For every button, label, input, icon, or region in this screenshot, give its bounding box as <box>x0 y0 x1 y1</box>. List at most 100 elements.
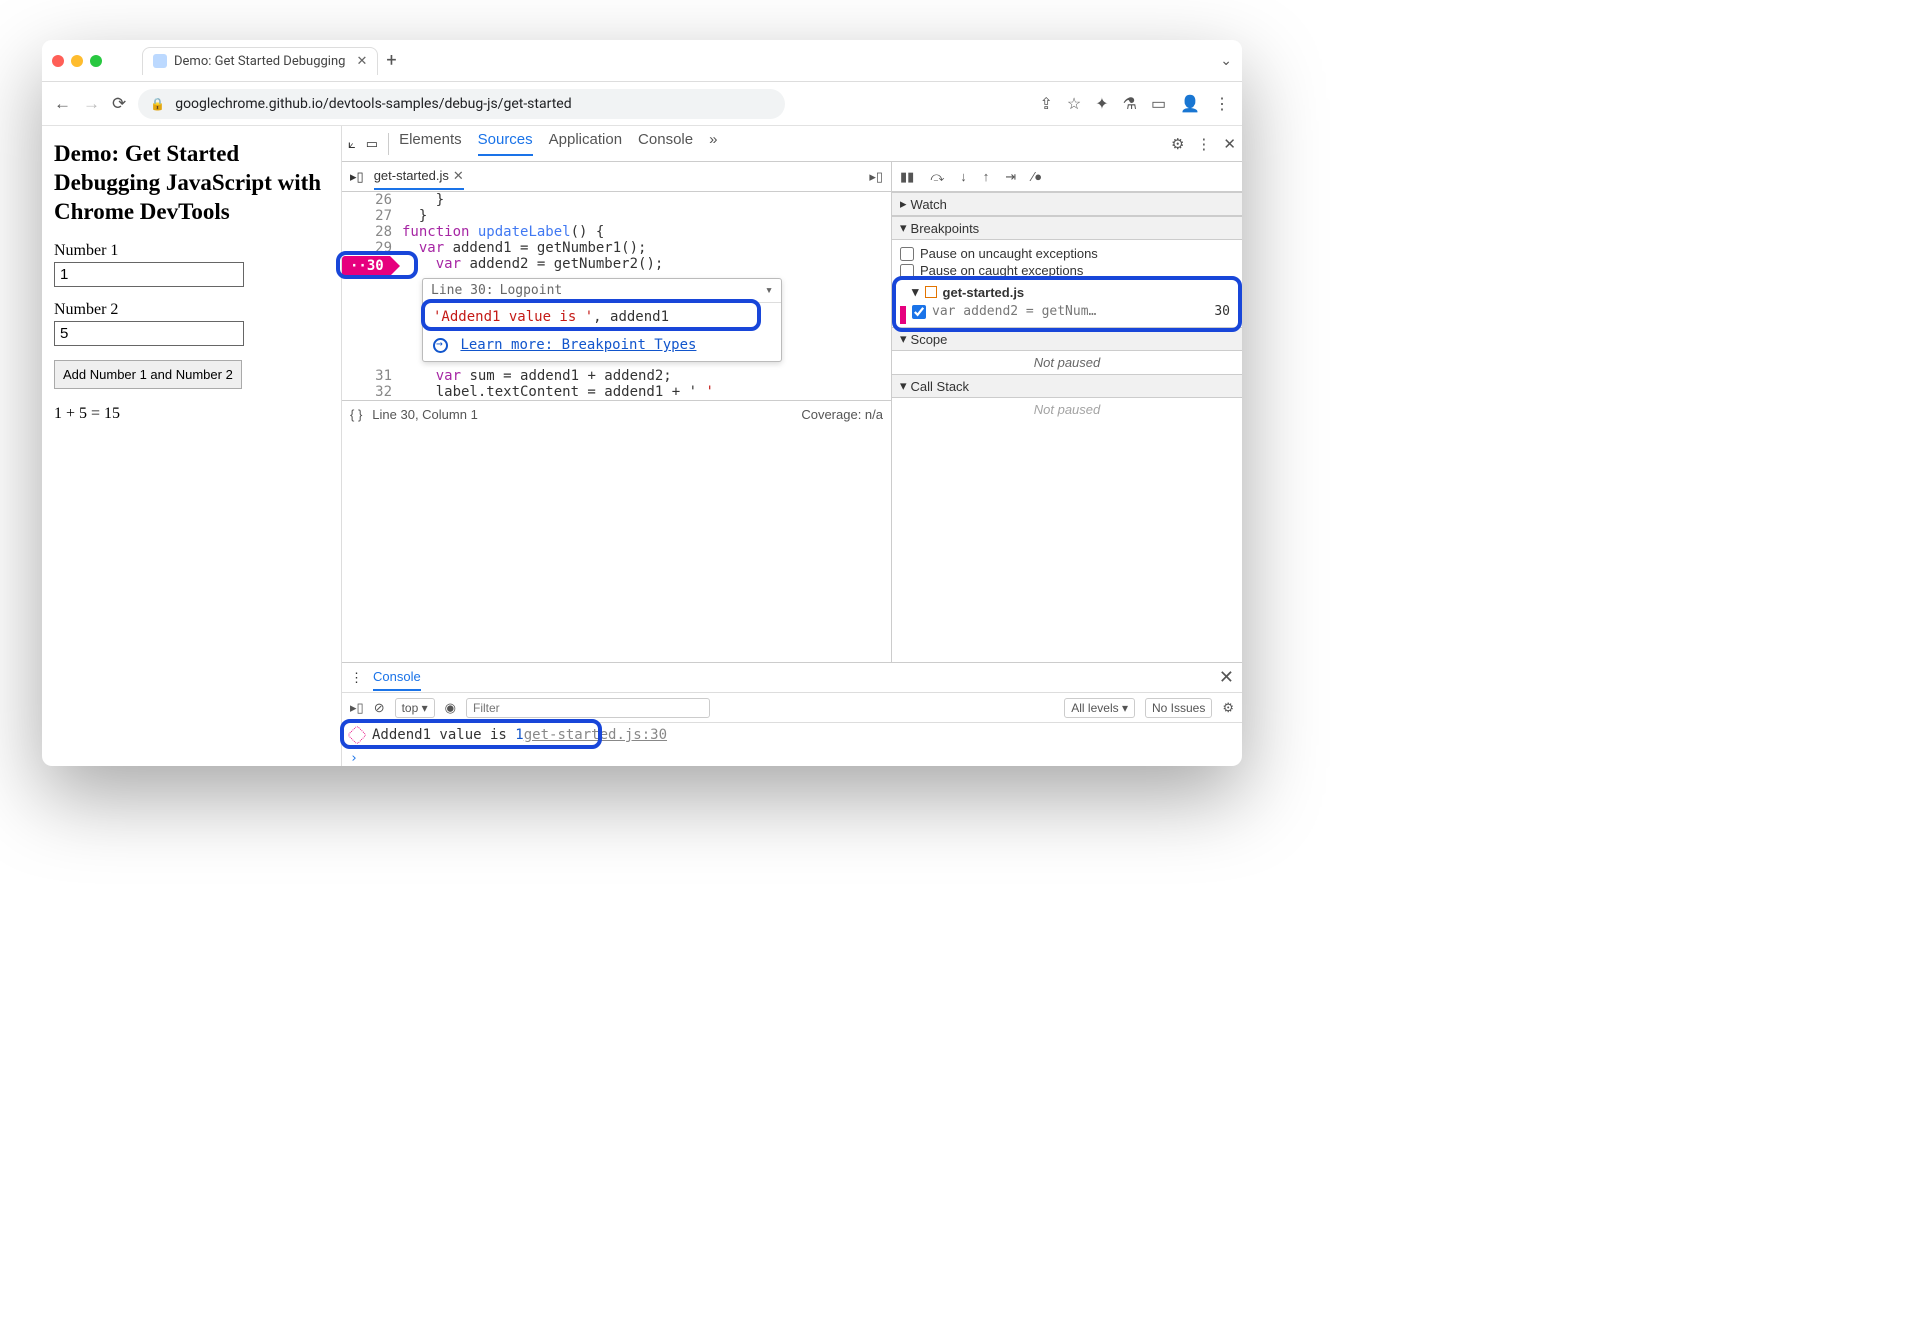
step-out-icon[interactable]: ↑ <box>983 169 990 184</box>
cursor-position: Line 30, Column 1 <box>372 407 478 422</box>
demo-page: Demo: Get Started Debugging JavaScript w… <box>42 126 342 766</box>
live-expression-icon[interactable]: ◉ <box>445 700 456 716</box>
number1-input[interactable] <box>54 262 244 287</box>
issues-button[interactable]: No Issues <box>1145 698 1212 718</box>
forward-icon[interactable]: → <box>83 94 100 114</box>
section-breakpoints[interactable]: ▾ Breakpoints <box>892 216 1242 240</box>
logpoint-editor[interactable]: Line 30: Logpoint ▾ 'Addend1 value is ',… <box>422 278 782 362</box>
logpoint-output-icon <box>347 725 367 745</box>
section-watch[interactable]: ▸ Watch <box>892 192 1242 216</box>
number1-label: Number 1 <box>54 242 329 260</box>
browser-tab[interactable]: Demo: Get Started Debugging ✕ <box>142 47 378 75</box>
device-toolbar-icon[interactable]: ▭ <box>366 136 378 152</box>
console-source-link[interactable]: get-started.js:30 <box>524 727 1234 743</box>
favicon-icon <box>153 54 167 68</box>
share-icon[interactable]: ⇪ <box>1039 94 1052 113</box>
gear-icon[interactable]: ⚙ <box>1171 135 1184 153</box>
number2-input[interactable] <box>54 321 244 346</box>
line-number[interactable]: 31 <box>342 368 402 384</box>
inspect-icon[interactable]: ⟀ <box>348 136 356 152</box>
format-icon[interactable]: { } <box>350 407 362 422</box>
back-icon[interactable]: ← <box>54 94 71 114</box>
run-snippet-icon[interactable]: ▸▯ <box>869 169 883 185</box>
line-number[interactable]: 32 <box>342 384 402 400</box>
section-scope[interactable]: ▾ Scope <box>892 327 1242 351</box>
pause-caught-checkbox[interactable]: Pause on caught exceptions <box>900 263 1234 278</box>
tab-application[interactable]: Application <box>549 131 622 156</box>
console-prompt[interactable]: › <box>342 751 1242 766</box>
window-controls <box>52 55 102 67</box>
line-number[interactable]: 26 <box>342 192 402 208</box>
maximize-icon[interactable] <box>90 55 102 67</box>
tabs-menu-icon[interactable]: ⌄ <box>1220 53 1232 69</box>
console-sidebar-icon[interactable]: ▸▯ <box>350 700 364 716</box>
logpoint-expression[interactable]: 'Addend1 value is ', addend1 <box>423 303 781 331</box>
labs-icon[interactable]: ⚗ <box>1123 94 1137 113</box>
breakpoint-item[interactable]: var addend2 = getNum… 30 <box>912 304 1230 319</box>
file-tab-label: get-started.js <box>374 168 449 183</box>
chevron-down-icon[interactable]: ▾ <box>765 283 773 298</box>
close-drawer-icon[interactable]: ✕ <box>1219 667 1234 688</box>
more-tabs-icon[interactable]: » <box>709 131 717 156</box>
line-number[interactable]: 28 <box>342 224 402 240</box>
arrow-circle-icon <box>433 338 448 353</box>
add-button[interactable]: Add Number 1 and Number 2 <box>54 360 242 389</box>
log-levels[interactable]: All levels ▾ <box>1064 698 1135 718</box>
line-number[interactable]: 29 <box>342 240 402 256</box>
close-file-icon[interactable]: ✕ <box>453 168 464 184</box>
logpoint-marker[interactable]: ·· 30 <box>342 256 390 276</box>
editor-status-bar: { } Line 30, Column 1 Coverage: n/a <box>342 400 891 428</box>
number2-label: Number 2 <box>54 301 329 319</box>
reading-list-icon[interactable]: ▭ <box>1151 94 1166 113</box>
address-bar: ← → ⟳ 🔒 googlechrome.github.io/devtools-… <box>42 82 1242 126</box>
tab-sources[interactable]: Sources <box>478 131 533 156</box>
tab-elements[interactable]: Elements <box>399 131 462 156</box>
context-selector[interactable]: top ▾ <box>395 698 435 718</box>
minimize-icon[interactable] <box>71 55 83 67</box>
browser-window: Demo: Get Started Debugging ✕ + ⌄ ← → ⟳ … <box>42 40 1242 766</box>
line-number[interactable]: 27 <box>342 208 402 224</box>
learn-more-link[interactable]: Learn more: Breakpoint Types <box>460 337 696 353</box>
console-tab[interactable]: Console <box>373 669 421 691</box>
scope-status: Not paused <box>892 351 1242 374</box>
file-tab[interactable]: get-started.js ✕ <box>374 168 464 190</box>
reload-icon[interactable]: ⟳ <box>112 94 126 114</box>
url-text: googlechrome.github.io/devtools-samples/… <box>175 96 571 112</box>
callstack-status: Not paused <box>892 398 1242 421</box>
profile-icon[interactable]: 👤 <box>1180 94 1200 113</box>
deactivate-bp-icon[interactable]: ⁄● <box>1032 169 1042 184</box>
new-tab-button[interactable]: + <box>386 50 396 71</box>
step-into-icon[interactable]: ↓ <box>960 169 967 184</box>
tab-console[interactable]: Console <box>638 131 693 156</box>
url-field[interactable]: 🔒 googlechrome.github.io/devtools-sample… <box>138 89 785 119</box>
close-tab-icon[interactable]: ✕ <box>356 54 367 69</box>
star-icon[interactable]: ☆ <box>1067 94 1081 113</box>
pause-uncaught-checkbox[interactable]: Pause on uncaught exceptions <box>900 246 1234 261</box>
devtools-panel: ⟀ ▭ Elements Sources Application Console… <box>342 126 1242 766</box>
console-message-text: Addend1 value is <box>372 727 507 743</box>
code-editor[interactable]: 26 } 27 } 28function updateLabel() { 29 … <box>342 192 891 400</box>
navigator-toggle-icon[interactable]: ▸▯ <box>350 169 364 185</box>
tab-title: Demo: Get Started Debugging <box>174 54 345 69</box>
logpoint-type[interactable]: Logpoint <box>500 283 563 298</box>
menu-icon[interactable]: ⋮ <box>1214 94 1230 113</box>
clear-console-icon[interactable]: ⊘ <box>374 700 385 716</box>
console-log-row: Addend1 value is 1 get-started.js:30 <box>342 723 1242 747</box>
section-callstack[interactable]: ▾ Call Stack <box>892 374 1242 398</box>
step-over-icon[interactable]: ⤼ <box>930 169 944 185</box>
extensions-icon[interactable]: ✦ <box>1095 94 1108 113</box>
console-filter-input[interactable] <box>466 698 710 718</box>
breakpoint-file[interactable]: ▾ get-started.js <box>912 284 1230 300</box>
pause-icon[interactable]: ▮▮ <box>900 169 914 185</box>
logpoint-line-label: Line 30: <box>431 283 494 298</box>
file-icon <box>925 286 937 298</box>
kebab-icon[interactable]: ⋮ <box>1196 135 1211 153</box>
coverage-status: Coverage: n/a <box>801 407 883 422</box>
console-menu-icon[interactable]: ⋮ <box>350 670 363 686</box>
devtools-toolbar: ⟀ ▭ Elements Sources Application Console… <box>342 126 1242 162</box>
step-icon[interactable]: ⇥ <box>1005 169 1016 185</box>
console-settings-icon[interactable]: ⚙ <box>1222 700 1234 716</box>
close-devtools-icon[interactable]: ✕ <box>1223 135 1236 153</box>
close-icon[interactable] <box>52 55 64 67</box>
console-message-value: 1 <box>515 727 523 743</box>
